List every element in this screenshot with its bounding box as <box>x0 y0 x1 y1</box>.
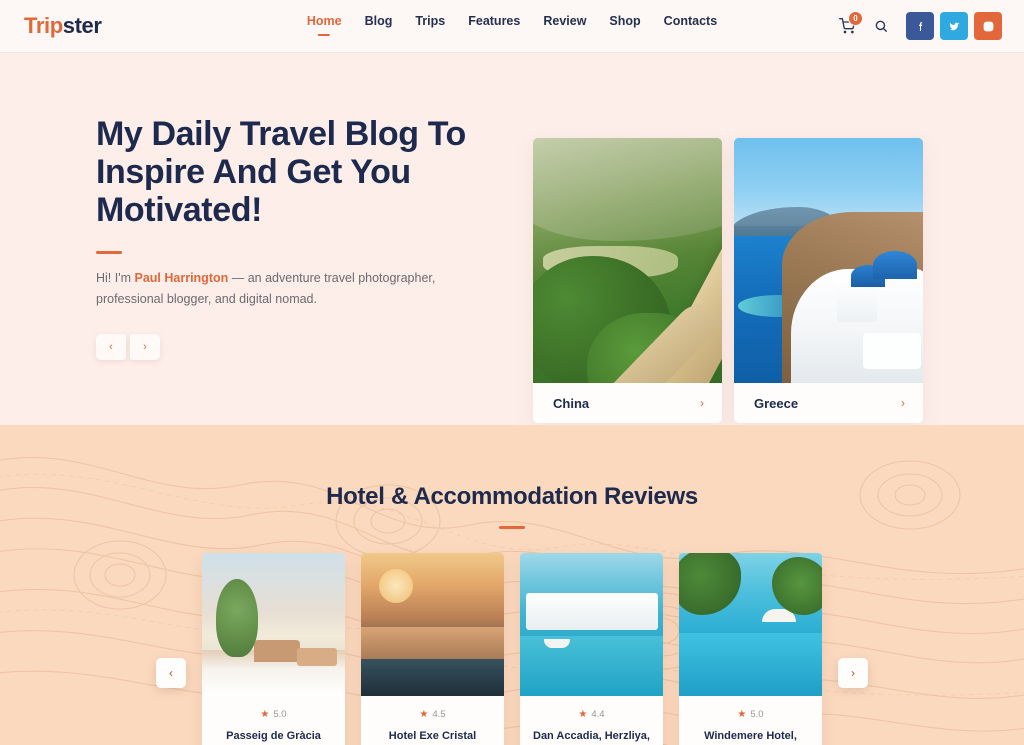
hotel2-sun <box>379 569 413 603</box>
hotel-card[interactable]: ★ 4.4 Dan Accadia, Herzliya, Israel <box>520 553 663 745</box>
hotel4-palm-left <box>679 553 741 615</box>
hotel-image-1 <box>202 553 345 696</box>
hotel4-palm-right <box>772 557 822 615</box>
hotel-card-body: ★ 5.0 Passeig de Gràcia Hotel, Barcelona… <box>202 696 345 745</box>
reviews-section: Hotel & Accommodation Reviews ★ 5.0 Pass… <box>0 425 1024 745</box>
hotel-rating: ★ 4.5 <box>369 709 496 720</box>
china-card-footer: China › <box>533 383 722 423</box>
hotel-name: Hotel Exe Cristal Palace, Barcelona, Spa… <box>388 730 477 742</box>
header-actions: 0 <box>832 11 1002 40</box>
hotel-card-body: ★ 4.5 Hotel Exe Cristal Palace, Barcelon… <box>361 696 504 745</box>
hotel-rating-value: 5.0 <box>273 709 287 720</box>
hotel2-cityscape <box>361 627 504 659</box>
greece-blue-dome-large <box>873 250 917 279</box>
hotel3-sea <box>520 635 663 696</box>
hero-next-button[interactable]: › <box>130 334 160 360</box>
hotel3-seafront-buildings <box>526 593 658 631</box>
hotel1-tree <box>216 579 258 657</box>
page-title: My Daily Travel Blog To Inspire And Get … <box>96 115 466 229</box>
hotel-card-body: ★ 4.4 Dan Accadia, Herzliya, Israel <box>520 696 663 745</box>
greece-card-footer: Greece › <box>734 383 923 423</box>
site-logo[interactable]: Tripster <box>24 13 102 39</box>
nav-item-trips[interactable]: Trips <box>415 14 445 38</box>
facebook-button[interactable] <box>906 12 934 40</box>
hotel2-river <box>361 658 504 696</box>
greece-white-building <box>863 333 921 369</box>
greece-image <box>734 138 923 383</box>
destination-card-china[interactable]: China › <box>533 138 722 423</box>
hotel-name: Dan Accadia, Herzliya, Israel <box>533 730 650 742</box>
hero-intro-text: Hi! I'm Paul Harrington — an adventure t… <box>96 268 436 310</box>
destination-name-greece: Greece <box>754 395 799 411</box>
site-header: Tripster Home Blog Trips Features Review… <box>0 0 1024 53</box>
twitter-icon <box>949 22 959 30</box>
hotel-card[interactable]: ★ 5.0 Passeig de Gràcia Hotel, Barcelona… <box>202 553 345 745</box>
nav-item-home[interactable]: Home <box>307 14 342 38</box>
destination-cards: China › Greece › <box>533 138 923 423</box>
hotel-image-4 <box>679 553 822 696</box>
hotel-rating-value: 4.4 <box>591 709 605 720</box>
cart-button[interactable]: 0 <box>832 11 863 39</box>
reviews-next-button[interactable]: › <box>838 658 868 688</box>
hotel-name: Windemere Hotel, Darjeeling, India <box>704 730 797 742</box>
hotel4-pool <box>679 633 822 696</box>
greece-arrow-icon[interactable]: › <box>901 396 905 410</box>
reviews-carousel: ★ 5.0 Passeig de Gràcia Hotel, Barcelona… <box>0 553 1024 745</box>
search-icon <box>875 20 887 32</box>
reviews-content: Hotel & Accommodation Reviews ★ 5.0 Pass… <box>0 425 1024 745</box>
hotel-rating: ★ 5.0 <box>687 709 814 720</box>
hotel-card[interactable]: ★ 4.5 Hotel Exe Cristal Palace, Barcelon… <box>361 553 504 745</box>
hotel1-building-b <box>297 648 337 666</box>
hotel-name: Passeig de Gràcia Hotel, Barcelona, Spai… <box>226 730 321 742</box>
social-links <box>906 12 1002 40</box>
reviews-accent-rule <box>499 526 525 529</box>
hotel-image-3 <box>520 553 663 696</box>
nav-item-review[interactable]: Review <box>543 14 586 38</box>
hotel1-building-a <box>254 640 300 662</box>
logo-text-primary: Trip <box>24 13 63 38</box>
twitter-button[interactable] <box>940 12 968 40</box>
destination-name-china: China <box>553 395 590 411</box>
destination-card-greece[interactable]: Greece › <box>734 138 923 423</box>
main-navigation: Home Blog Trips Features Review Shop Con… <box>307 14 717 38</box>
hero-prev-button[interactable]: ‹ <box>96 334 126 360</box>
hotel-rating-value: 5.0 <box>750 709 764 720</box>
reviews-heading: Hotel & Accommodation Reviews <box>326 483 698 510</box>
nav-item-shop[interactable]: Shop <box>609 14 640 38</box>
nav-item-features[interactable]: Features <box>468 14 520 38</box>
hotel3-boat <box>544 639 570 648</box>
hotel-rating: ★ 4.4 <box>528 709 655 720</box>
hero-intro-before: Hi! I'm <box>96 271 135 285</box>
china-image <box>533 138 722 383</box>
star-icon: ★ <box>260 709 270 720</box>
star-icon: ★ <box>737 709 747 720</box>
hotel-rating-value: 4.5 <box>432 709 446 720</box>
logo-text-secondary: ster <box>62 13 102 38</box>
title-accent-rule <box>96 251 122 254</box>
search-button[interactable] <box>866 13 896 39</box>
reviews-prev-button[interactable]: ‹ <box>156 658 186 688</box>
china-arrow-icon[interactable]: › <box>700 396 704 410</box>
author-name: Paul Harrington <box>134 271 229 285</box>
hotel-card-body: ★ 5.0 Windemere Hotel, Darjeeling, India <box>679 696 822 745</box>
nav-item-contacts[interactable]: Contacts <box>664 14 717 38</box>
facebook-icon <box>918 21 922 31</box>
cart-badge: 0 <box>848 11 863 26</box>
nav-item-blog[interactable]: Blog <box>365 14 393 38</box>
instagram-button[interactable] <box>974 12 1002 40</box>
hotel-rating: ★ 5.0 <box>210 709 337 720</box>
instagram-icon <box>983 21 993 31</box>
hotel-card[interactable]: ★ 5.0 Windemere Hotel, Darjeeling, India <box>679 553 822 745</box>
hero-section: My Daily Travel Blog To Inspire And Get … <box>0 53 1024 425</box>
star-icon: ★ <box>578 709 588 720</box>
hero-carousel-controls: ‹ › <box>96 334 494 360</box>
hotel-image-2 <box>361 553 504 696</box>
hero-content: My Daily Travel Blog To Inspire And Get … <box>24 53 494 425</box>
star-icon: ★ <box>419 709 429 720</box>
